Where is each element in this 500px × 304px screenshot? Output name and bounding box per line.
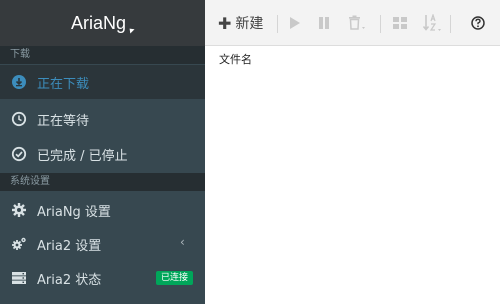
gears-icon bbox=[12, 237, 26, 250]
pause-button[interactable] bbox=[318, 0, 330, 46]
toolbar-divider bbox=[277, 15, 278, 33]
help-button[interactable] bbox=[471, 0, 485, 46]
sidebar-item-stopped[interactable]: 已完成 / 已停止 bbox=[0, 137, 205, 171]
section-download: 下载 bbox=[0, 46, 205, 64]
new-task-button[interactable]: ✚ 新建 bbox=[218, 0, 263, 46]
gear-icon bbox=[12, 203, 26, 217]
view-toggle-button[interactable] bbox=[393, 0, 407, 46]
check-circle-icon bbox=[11, 146, 27, 162]
sidebar-item-label: Aria2 状态 bbox=[37, 273, 102, 288]
status-badge: 已连接 bbox=[156, 271, 194, 285]
section-settings: 系统设置 bbox=[0, 173, 205, 191]
sidebar-item-aria2-status[interactable]: Aria2 状态 已连接 bbox=[0, 261, 205, 295]
toolbar: ✚ 新建 bbox=[205, 0, 500, 46]
sidebar-item-downloading[interactable]: 正在下载 bbox=[0, 65, 205, 99]
app-logo[interactable]: AriaNg bbox=[0, 13, 205, 34]
brand-name: AriaNg bbox=[70, 13, 127, 33]
sidebar-item-label: AriaNg 设置 bbox=[37, 205, 111, 220]
download-circle-icon bbox=[12, 75, 26, 89]
sidebar-item-ariang-settings[interactable]: AriaNg 设置 bbox=[0, 193, 205, 227]
sidebar-item-label: 正在等待 bbox=[37, 114, 90, 129]
server-icon bbox=[12, 272, 26, 284]
plus-icon: ✚ bbox=[218, 13, 232, 33]
toolbar-divider bbox=[380, 15, 381, 33]
trash-icon bbox=[349, 15, 365, 30]
start-button[interactable] bbox=[289, 0, 301, 46]
sidebar-item-label: 已完成 / 已停止 bbox=[37, 149, 128, 164]
sidebar-item-waiting[interactable]: 正在等待 bbox=[0, 102, 205, 136]
pause-icon bbox=[319, 17, 329, 29]
chevron-left-icon: ‹ bbox=[180, 235, 185, 249]
sort-button[interactable] bbox=[422, 0, 442, 46]
delete-button[interactable] bbox=[348, 0, 366, 46]
grid-icon bbox=[393, 17, 407, 29]
caret-icon bbox=[127, 26, 135, 34]
play-icon bbox=[290, 17, 300, 29]
column-header-filename[interactable]: 文件名 bbox=[219, 51, 252, 67]
clock-icon bbox=[11, 111, 27, 127]
sidebar-item-label: 正在下载 bbox=[37, 77, 90, 92]
sidebar: AriaNg 下载 正在下载 正在等待 已完成 / 已停止 系统设置 AriaN… bbox=[0, 0, 205, 304]
toolbar-divider bbox=[450, 15, 451, 33]
sort-icon bbox=[422, 14, 441, 31]
sidebar-item-aria2-settings[interactable]: Aria2 设置 ‹ bbox=[0, 227, 205, 261]
new-button-label: 新建 bbox=[235, 16, 264, 32]
sidebar-item-label: Aria2 设置 bbox=[37, 239, 102, 254]
brand-header[interactable]: AriaNg bbox=[0, 0, 205, 46]
help-icon bbox=[471, 16, 485, 30]
